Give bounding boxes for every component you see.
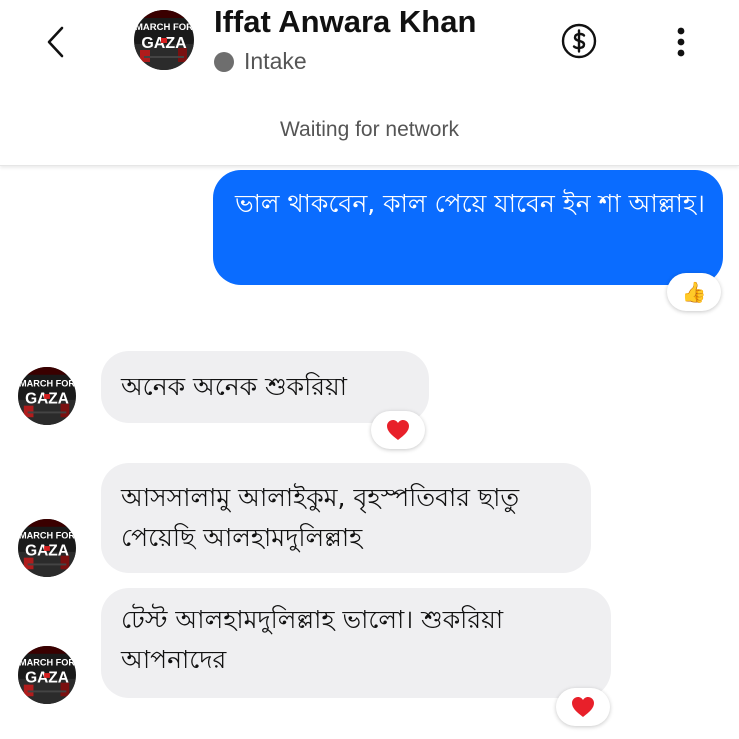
heart-reaction[interactable]: [556, 688, 610, 726]
more-options-button[interactable]: [664, 20, 698, 64]
heart-icon: [387, 420, 409, 440]
contact-avatar[interactable]: [134, 10, 194, 70]
sender-avatar[interactable]: [18, 367, 76, 425]
sender-avatar[interactable]: [18, 519, 76, 577]
heart-icon: [572, 697, 594, 717]
outgoing-message[interactable]: ভাল থাকবেন, কাল পেয়ে যাবেন ইন শা আল্লাহ…: [213, 170, 723, 285]
chevron-left-icon: [47, 26, 64, 58]
network-status: Waiting for network: [280, 118, 459, 141]
thumbs-up-reaction[interactable]: 👍: [667, 273, 721, 311]
more-vertical-icon: [677, 27, 685, 57]
heart-reaction[interactable]: [371, 411, 425, 449]
incoming-message[interactable]: টেস্ট আলহামদুলিল্লাহ ভালো। শুকরিয়া আপনা…: [101, 588, 611, 698]
thumbs-up-icon: 👍: [681, 280, 707, 304]
incoming-message[interactable]: আসসালামু আলাইকুম, বৃহস্পতিবার ছাতু পেয়ে…: [101, 463, 591, 573]
incoming-message[interactable]: অনেক অনেক শুকরিয়া: [101, 351, 429, 423]
gray-dot-icon: [214, 51, 234, 72]
dollar-circle-icon: [561, 23, 597, 59]
sender-avatar[interactable]: [18, 646, 76, 704]
status-label: Intake: [244, 48, 307, 74]
back-button[interactable]: [38, 22, 74, 62]
payment-button[interactable]: [560, 22, 598, 60]
contact-status: Intake: [214, 48, 307, 75]
chat-header: Iffat Anwara Khan Intake Waiting for net…: [0, 0, 739, 166]
contact-name[interactable]: Iffat Anwara Khan: [214, 4, 476, 40]
